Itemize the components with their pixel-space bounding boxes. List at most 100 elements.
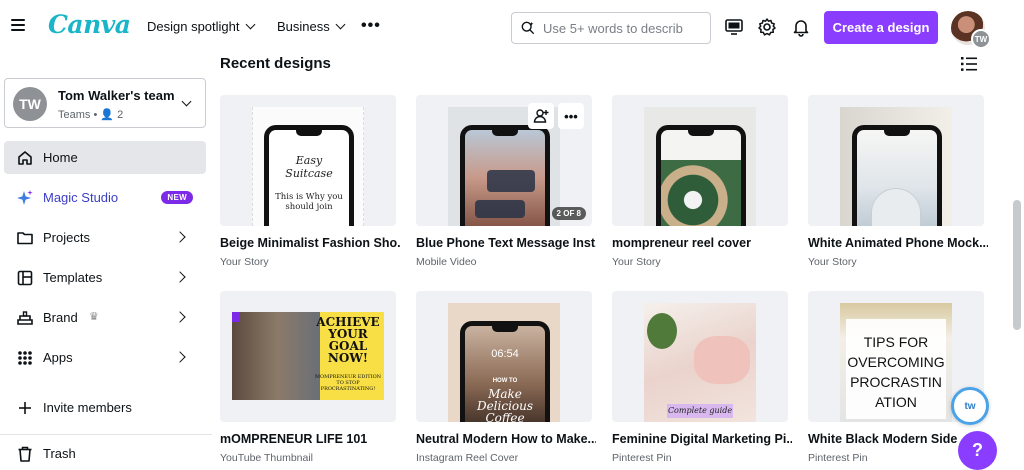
sidebar-divider — [0, 434, 212, 435]
nav-design-spotlight[interactable]: Design spotlight — [147, 19, 255, 34]
sidebar-item-brand[interactable]: Brand ♛ — [4, 301, 206, 334]
design-type: Instagram Reel Cover — [416, 452, 519, 464]
design-thumbnail[interactable]: ACHIEVE YOUR GOAL NOW! MOMPRENEUR EDITIO… — [220, 291, 396, 422]
sidebar-item-trash[interactable]: Trash — [4, 437, 206, 470]
chevron-right-icon — [174, 231, 186, 243]
design-card[interactable]: Easy Suitcase This is Why you should joi… — [220, 95, 400, 268]
design-thumbnail[interactable]: Easy Suitcase This is Why you should joi… — [220, 95, 396, 226]
search-input[interactable] — [543, 20, 703, 36]
sparkle-icon — [17, 190, 33, 205]
sidebar-item-label: Apps — [43, 350, 73, 365]
design-thumbnail[interactable]: Complete guide — [612, 291, 788, 422]
phone-notch — [296, 130, 322, 136]
sidebar-item-apps[interactable]: Apps — [4, 341, 206, 374]
design-title[interactable]: mompreneur reel cover — [612, 236, 792, 250]
design-card[interactable]: White Animated Phone Mock... Your Story — [808, 95, 988, 268]
design-title[interactable]: Blue Phone Text Message Inst... — [416, 236, 596, 250]
design-title[interactable]: Neutral Modern How to Make... — [416, 432, 596, 446]
design-title[interactable]: Beige Minimalist Fashion Sho... — [220, 236, 400, 250]
team-avatar: TW — [13, 87, 47, 121]
plant-shape — [647, 313, 677, 349]
design-thumbnail[interactable] — [612, 95, 788, 226]
more-icon[interactable]: ••• — [361, 18, 381, 34]
new-badge: NEW — [161, 191, 193, 204]
crown-icon: ♛ — [89, 311, 99, 323]
design-title[interactable]: Feminine Digital Marketing Pi... — [612, 432, 792, 446]
design-card[interactable]: ••• 2 OF 8 Blue Phone Text Message Inst.… — [416, 95, 596, 268]
phone-notch — [884, 130, 910, 136]
sidebar-item-projects[interactable]: Projects — [4, 221, 206, 254]
chevron-right-icon — [174, 311, 186, 323]
sidebar-item-magic-studio[interactable]: Magic Studio NEW — [4, 181, 206, 214]
accent-corner — [232, 312, 240, 322]
phone-mockup — [460, 125, 550, 226]
help-button[interactable]: ? — [958, 431, 997, 470]
templates-icon — [17, 270, 33, 286]
sidebar-item-label: Projects — [43, 230, 90, 245]
thumb-headline: Make Delicious Coffee — [476, 387, 534, 422]
search-icon — [521, 21, 535, 35]
phone-mockup: Easy Suitcase This is Why you should joi… — [264, 125, 354, 226]
design-title[interactable]: White Animated Phone Mock... — [808, 236, 988, 250]
phone-mockup — [656, 125, 746, 226]
create-design-button[interactable]: Create a design — [824, 11, 938, 44]
sidebar-item-label: Templates — [43, 270, 103, 285]
thumb-subtext: MOMPRENEUR EDITION TO STOP PROCRASTINATI… — [314, 374, 382, 392]
nav-label: Design spotlight — [147, 19, 240, 34]
design-thumbnail[interactable] — [808, 95, 984, 226]
search-box[interactable] — [511, 12, 711, 44]
chevron-right-icon — [174, 351, 186, 363]
sweater-shape — [694, 336, 750, 384]
thumb-headline: TIPS FOR OVERCOMING PROCRASTIN ATION — [847, 334, 945, 410]
sidebar-item-label: Home — [43, 150, 78, 165]
thumb-headline: ACHIEVE YOUR GOAL NOW! — [316, 315, 380, 365]
design-title[interactable]: mOMPRENEUR LIFE 101 — [220, 432, 400, 446]
phone-notch — [688, 130, 714, 136]
design-card[interactable]: mompreneur reel cover Your Story — [612, 95, 788, 268]
design-card[interactable]: TIPS FOR OVERCOMING PROCRASTIN ATION Whi… — [808, 291, 984, 464]
design-type: YouTube Thumbnail — [220, 452, 314, 464]
design-card[interactable]: 06:54 HOW TO Make Delicious Coffee Neutr… — [416, 291, 596, 464]
nav-business[interactable]: Business — [277, 19, 346, 34]
trash-icon — [18, 446, 32, 462]
canva-logo[interactable]: Canva — [48, 10, 131, 39]
apps-icon — [18, 351, 32, 365]
design-type: Your Story — [612, 256, 661, 268]
thumb-caption: Complete guide — [667, 404, 733, 418]
brand-icon — [17, 311, 33, 325]
top-bar: Canva Design spotlight Business ••• Crea… — [0, 0, 1024, 56]
phone-notch — [492, 130, 518, 136]
clock-text: 06:54 — [491, 348, 519, 360]
chevron-down-icon — [335, 19, 346, 30]
sidebar-item-label: Invite members — [43, 400, 132, 415]
sidebar-item-invite-members[interactable]: Invite members — [4, 391, 206, 424]
plus-icon — [19, 402, 31, 414]
design-title[interactable]: White Black Modern Side B... — [808, 432, 958, 446]
bell-icon[interactable] — [791, 17, 811, 37]
share-people-icon[interactable] — [528, 103, 554, 129]
sidebar-item-templates[interactable]: Templates — [4, 261, 206, 294]
team-name: Tom Walker's team — [58, 88, 175, 103]
design-card[interactable]: Complete guide Feminine Digital Marketin… — [612, 291, 792, 464]
home-icon — [18, 151, 32, 165]
gear-icon[interactable] — [757, 17, 777, 37]
design-type: Your Story — [220, 256, 269, 268]
nav-label: Business — [277, 19, 330, 34]
phone-notch — [492, 326, 518, 332]
design-card[interactable]: ACHIEVE YOUR GOAL NOW! MOMPRENEUR EDITIO… — [220, 291, 396, 464]
design-thumbnail[interactable]: 06:54 HOW TO Make Delicious Coffee — [416, 291, 592, 422]
message-bubble — [475, 200, 525, 218]
sidebar-item-home[interactable]: Home — [4, 141, 206, 174]
team-switcher[interactable]: TW Tom Walker's team Teams • 👤 2 — [4, 78, 206, 128]
assistant-badge[interactable]: tw — [951, 387, 989, 425]
menu-icon[interactable] — [11, 19, 25, 31]
design-thumbnail[interactable]: ••• 2 OF 8 — [416, 95, 592, 226]
team-subtitle: Teams • 👤 2 — [58, 109, 124, 121]
more-options-icon[interactable]: ••• — [558, 103, 584, 129]
list-view-icon[interactable] — [961, 57, 977, 71]
user-avatar[interactable]: TW — [951, 11, 991, 49]
chevron-down-icon — [181, 96, 192, 107]
scrollbar[interactable] — [1013, 200, 1021, 330]
desktop-icon[interactable] — [724, 17, 744, 37]
sidebar: TW Tom Walker's team Teams • 👤 2 Home Ma… — [0, 56, 212, 470]
